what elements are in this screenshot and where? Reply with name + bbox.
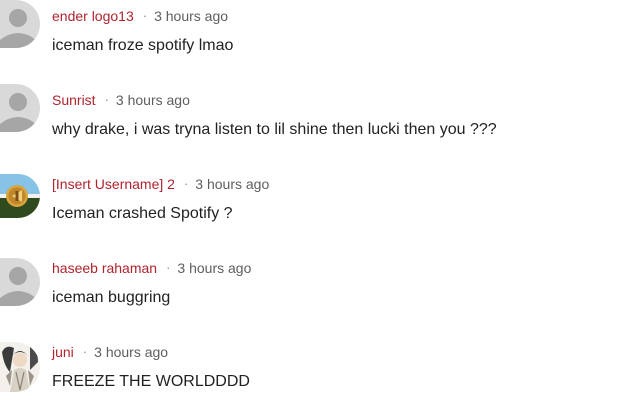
comment-timestamp[interactable]: 3 hours ago bbox=[154, 6, 228, 26]
meta-separator: · bbox=[82, 344, 88, 359]
meta-separator: · bbox=[104, 92, 109, 107]
default-user-icon bbox=[0, 0, 40, 48]
comment-author[interactable]: juni bbox=[52, 342, 74, 362]
meta-separator: · bbox=[183, 176, 189, 191]
comment-item: haseeb rahaman · 3 hours ago iceman bugg… bbox=[0, 252, 643, 322]
comment-item: Sunrist · 3 hours ago why drake, i was t… bbox=[0, 84, 643, 154]
comment-timestamp[interactable]: 3 hours ago bbox=[94, 342, 168, 362]
emblem-avatar-icon bbox=[0, 174, 40, 218]
default-user-icon bbox=[0, 258, 40, 306]
avatar[interactable] bbox=[0, 84, 40, 132]
avatar[interactable] bbox=[0, 342, 40, 392]
comment-author[interactable]: haseeb rahaman bbox=[52, 258, 157, 278]
comment-meta: ender logo13 · 3 hours ago bbox=[52, 6, 228, 26]
comment-item: juni · 3 hours ago FREEZE THE WORLDDDD bbox=[0, 336, 643, 406]
comment-text: iceman froze spotify lmao bbox=[52, 37, 234, 54]
comment-timestamp[interactable]: 3 hours ago bbox=[116, 90, 190, 110]
comment-item: ender logo13 · 3 hours ago iceman froze … bbox=[0, 0, 643, 70]
comment-author[interactable]: [Insert Username] 2 bbox=[52, 174, 175, 194]
comment-text: Iceman crashed Spotify ? bbox=[52, 205, 233, 222]
comment-text: FREEZE THE WORLDDDD bbox=[52, 373, 250, 390]
default-user-icon bbox=[0, 84, 40, 132]
meta-separator: · bbox=[142, 8, 148, 23]
comment-timestamp[interactable]: 3 hours ago bbox=[195, 174, 269, 194]
comment-meta: [Insert Username] 2 · 3 hours ago bbox=[52, 174, 269, 194]
comment-text: iceman buggring bbox=[52, 289, 171, 306]
comment-meta: Sunrist · 3 hours ago bbox=[52, 90, 190, 110]
avatar[interactable] bbox=[0, 0, 40, 48]
avatar[interactable] bbox=[0, 174, 40, 218]
avatar[interactable] bbox=[0, 258, 40, 306]
comment-text: why drake, i was tryna listen to lil shi… bbox=[52, 121, 497, 138]
comment-author[interactable]: Sunrist bbox=[52, 90, 96, 110]
comment-list: ender logo13 · 3 hours ago iceman froze … bbox=[0, 0, 643, 412]
comment-meta: haseeb rahaman · 3 hours ago bbox=[52, 258, 251, 278]
comment-item: [Insert Username] 2 · 3 hours ago Iceman… bbox=[0, 168, 643, 238]
comment-meta: juni · 3 hours ago bbox=[52, 342, 168, 362]
meta-separator: · bbox=[166, 260, 171, 275]
comment-author[interactable]: ender logo13 bbox=[52, 6, 134, 26]
comment-timestamp[interactable]: 3 hours ago bbox=[177, 258, 251, 278]
illustrated-avatar-icon bbox=[0, 342, 40, 392]
